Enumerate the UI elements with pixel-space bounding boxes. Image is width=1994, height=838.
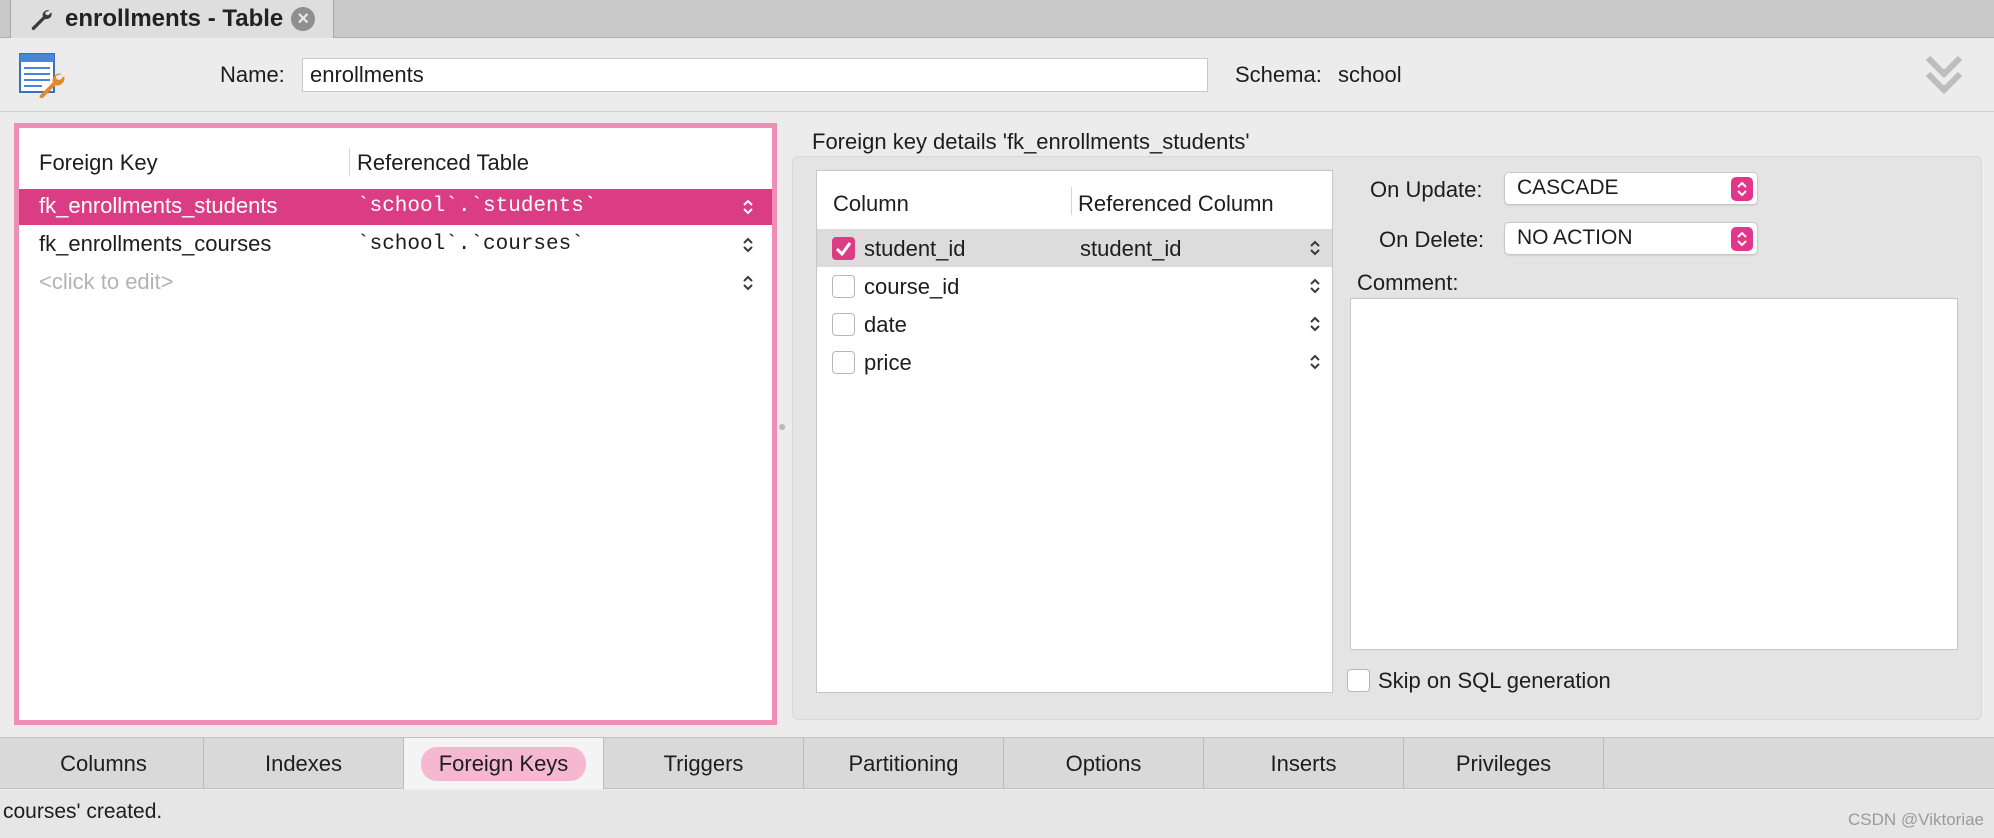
header-divider [1071, 187, 1072, 215]
watermark: CSDN @Viktoriae [1848, 810, 1984, 829]
header-divider [349, 148, 350, 176]
column-header-column[interactable]: Column [833, 191, 909, 217]
new-foreign-key-row[interactable]: <click to edit> [19, 265, 772, 301]
column-mapping-row[interactable]: student_id student_id [817, 229, 1332, 267]
foreign-key-name[interactable]: fk_enrollments_courses [39, 231, 271, 257]
on-delete-value: NO ACTION [1517, 226, 1633, 249]
foreign-key-list-header: Foreign Key Referenced Table [19, 128, 772, 188]
tab-privileges[interactable]: Privileges [1404, 738, 1604, 789]
splitter-handle[interactable]: ● [778, 418, 786, 434]
tab-label: Indexes [264, 750, 343, 776]
tab-columns[interactable]: Columns [4, 738, 204, 789]
tab-label: Foreign Keys [420, 746, 587, 781]
collapse-chevron-icon[interactable] [1924, 54, 1964, 96]
column-checkbox[interactable] [832, 237, 855, 260]
tab-label: Privileges [1455, 750, 1552, 776]
referenced-table-value[interactable]: `school`.`courses` [357, 233, 584, 256]
document-tab[interactable]: enrollments - Table × [10, 0, 334, 38]
on-update-value: CASCADE [1517, 176, 1619, 199]
tab-label: Columns [60, 750, 147, 776]
stepper-icon[interactable] [1309, 277, 1321, 295]
tab-inserts[interactable]: Inserts [1204, 738, 1404, 789]
editor-tab-bar: Columns Indexes Foreign Keys Triggers Pa… [0, 737, 1994, 789]
tab-options[interactable]: Options [1004, 738, 1204, 789]
column-mapping-row[interactable]: date [817, 305, 1332, 343]
foreign-key-details-title: Foreign key details 'fk_enrollments_stud… [812, 129, 1250, 154]
column-checkbox[interactable] [832, 351, 855, 374]
tab-label: Partitioning [848, 750, 959, 776]
tab-foreign-keys[interactable]: Foreign Keys [404, 738, 604, 789]
column-mapping-row[interactable]: course_id [817, 267, 1332, 305]
document-tab-title: enrollments - Table [65, 5, 284, 32]
stepper-icon[interactable] [742, 236, 754, 254]
checkmark-icon [835, 242, 852, 257]
status-bar: courses' created. CSDN @Viktoriae [0, 790, 1994, 838]
select-arrows-icon [1731, 177, 1753, 201]
column-mapping-header: Column Referenced Column [817, 171, 1332, 229]
stepper-icon[interactable] [742, 274, 754, 292]
tab-label: Inserts [1270, 750, 1337, 776]
foreign-key-row[interactable]: fk_enrollments_students `school`.`studen… [19, 189, 772, 225]
column-name: course_id [864, 274, 960, 299]
column-name: date [864, 312, 907, 337]
table-name-input[interactable] [302, 58, 1208, 92]
schema-label: Schema: [1235, 62, 1322, 87]
on-delete-select[interactable]: NO ACTION [1504, 222, 1758, 255]
foreign-key-name[interactable]: fk_enrollments_students [39, 193, 277, 219]
column-header-referenced-column[interactable]: Referenced Column [1078, 191, 1274, 217]
close-icon[interactable]: × [291, 7, 316, 31]
table-name-row: Name: Schema: school [0, 38, 1994, 112]
tab-label: Options [1065, 750, 1142, 776]
foreign-key-list: Foreign Key Referenced Table fk_enrollme… [14, 123, 777, 725]
document-tab-bar: enrollments - Table × [0, 0, 1994, 38]
on-update-select[interactable]: CASCADE [1504, 172, 1758, 205]
name-label: Name: [220, 62, 285, 87]
click-to-edit-placeholder[interactable]: <click to edit> [39, 269, 174, 295]
comment-label: Comment: [1357, 270, 1459, 295]
column-header-foreign-key[interactable]: Foreign Key [39, 150, 158, 176]
skip-sql-generation-label[interactable]: Skip on SQL generation [1378, 668, 1611, 694]
column-name: price [864, 350, 912, 375]
column-checkbox[interactable] [832, 275, 855, 298]
schema-value: school [1338, 62, 1402, 87]
wrench-icon [31, 10, 52, 31]
column-mapping-row[interactable]: price [817, 343, 1332, 381]
tab-label: Triggers [663, 750, 744, 776]
skip-sql-generation-checkbox[interactable] [1347, 669, 1370, 692]
tab-triggers[interactable]: Triggers [604, 738, 804, 789]
stepper-icon[interactable] [1309, 239, 1321, 257]
column-name: student_id [864, 236, 966, 261]
referenced-column-value[interactable]: student_id [1080, 236, 1182, 262]
on-update-label: On Update: [1370, 177, 1483, 202]
comment-textarea[interactable] [1350, 298, 1958, 650]
column-mapping-table: Column Referenced Column student_id stud… [816, 170, 1333, 693]
stepper-icon[interactable] [742, 198, 754, 216]
tab-partitioning[interactable]: Partitioning [804, 738, 1004, 789]
tab-indexes[interactable]: Indexes [204, 738, 404, 789]
referenced-table-value[interactable]: `school`.`students` [357, 195, 596, 218]
foreign-key-row[interactable]: fk_enrollments_courses `school`.`courses… [19, 227, 772, 263]
column-checkbox[interactable] [832, 313, 855, 336]
stepper-icon[interactable] [1309, 315, 1321, 333]
select-arrows-icon [1731, 227, 1753, 251]
column-header-referenced-table[interactable]: Referenced Table [357, 150, 529, 176]
status-message: courses' created. [3, 800, 163, 823]
on-delete-label: On Delete: [1379, 227, 1485, 252]
stepper-icon[interactable] [1309, 353, 1321, 371]
table-editor-icon [19, 53, 65, 98]
